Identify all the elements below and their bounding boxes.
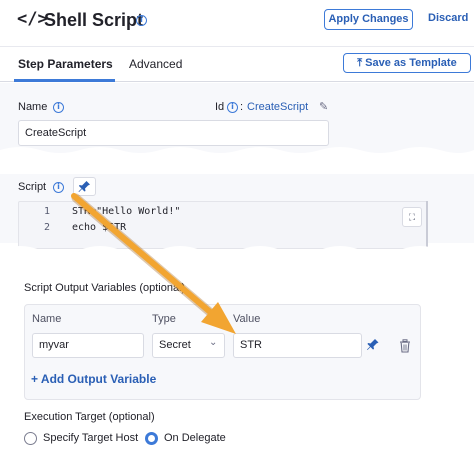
apply-changes-button[interactable]: Apply Changes <box>324 9 413 30</box>
info-icon[interactable] <box>53 182 64 193</box>
name-label: Name <box>18 101 48 113</box>
column-header-type: Type <box>152 313 176 325</box>
id-label: Id <box>215 101 225 113</box>
tab-advanced[interactable]: Advanced <box>129 57 182 71</box>
discard-button[interactable]: Discard <box>428 9 468 30</box>
pin-icon <box>78 181 90 192</box>
script-label: Script <box>18 181 47 193</box>
var-name-input[interactable]: myvar <box>32 333 144 358</box>
radio-label-specify-target-host[interactable]: Specify Target Host <box>43 432 138 444</box>
column-header-value: Value <box>233 313 261 325</box>
torn-edge-divider <box>0 246 474 272</box>
save-as-template-button[interactable]: ⤒ Save as Template <box>343 53 471 73</box>
info-icon[interactable] <box>227 102 238 113</box>
active-tab-indicator <box>14 79 115 82</box>
add-output-variable-button[interactable]: + Add Output Variable <box>31 372 156 386</box>
trash-icon[interactable] <box>399 339 411 353</box>
pin-icon[interactable] <box>363 335 383 355</box>
chevron-down-icon[interactable]: ⌄ <box>209 337 217 348</box>
page-title: Shell Script <box>44 10 144 30</box>
id-separator: : <box>240 101 244 113</box>
torn-edge-divider <box>0 147 474 174</box>
template-icon: ⤒ <box>357 57 363 69</box>
tab-bar: Step Parameters Advanced ⤒ Save as Templa… <box>0 46 474 82</box>
radio-specify-target-host[interactable] <box>24 432 37 445</box>
tab-step-parameters[interactable]: Step Parameters <box>18 57 113 71</box>
column-header-name: Name <box>32 313 62 325</box>
var-value-input[interactable]: STR <box>233 333 362 358</box>
id-value: CreateScript <box>247 101 309 113</box>
pencil-icon[interactable]: ✎ <box>319 100 328 113</box>
pin-button[interactable] <box>73 177 96 196</box>
output-vars-label: Script Output Variables (optional) <box>24 282 186 294</box>
radio-on-delegate[interactable] <box>145 432 158 445</box>
radio-label-on-delegate[interactable]: On Delegate <box>164 432 226 444</box>
step-header: </> Shell Script Apply Changes Discard <box>0 0 474 44</box>
code-line[interactable]: STR="Hello World!" <box>72 206 180 217</box>
info-icon[interactable] <box>136 15 147 26</box>
save-as-template-label: Save as Template <box>365 57 457 69</box>
execution-target-label: Execution Target (optional) <box>24 411 155 423</box>
info-icon[interactable] <box>53 102 64 113</box>
line-number: 1 <box>44 206 51 217</box>
expand-icon[interactable]: ⛶ <box>402 207 422 227</box>
